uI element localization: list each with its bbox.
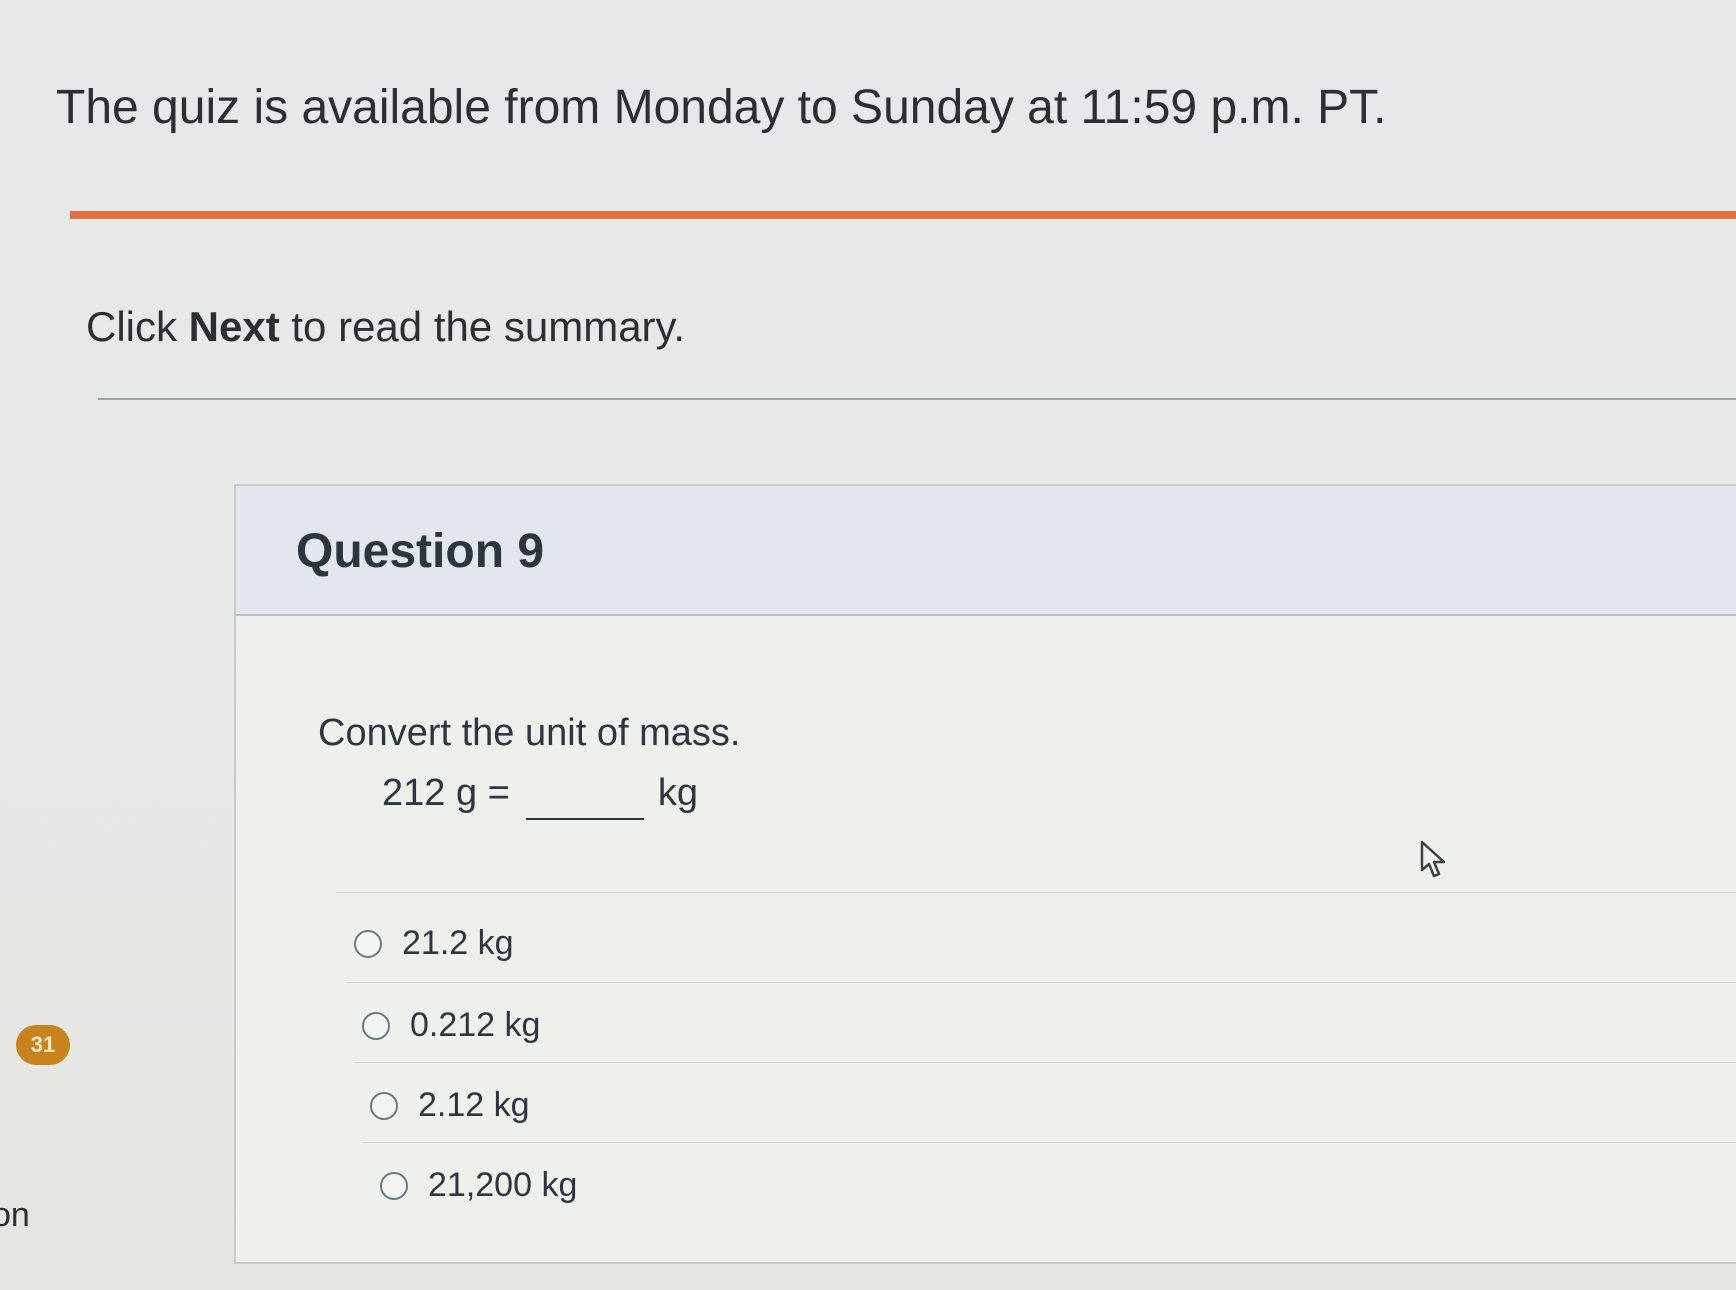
question-prompt: Convert the unit of mass. [318,712,741,754]
equation-unit: kg [657,772,698,814]
answer-label: 21.2 kg [402,924,514,962]
radio-button-icon[interactable] [354,929,382,958]
radio-button-icon[interactable] [370,1091,398,1120]
answer-option-1[interactable]: 21.2 kg [354,924,514,963]
answer-label: 0.212 kg [410,1006,541,1044]
conversion-equation: 212 g = kg [382,772,698,820]
answer-option-3[interactable]: 2.12 kg [370,1086,530,1125]
answer-option-4[interactable]: 21,200 kg [380,1166,577,1205]
section-divider [98,398,1736,400]
notification-badge[interactable]: 31 [16,1025,70,1065]
question-card: Question 9 Convert the unit of mass. 212… [234,484,1736,1264]
answer-separator [354,1062,1736,1063]
question-header: Question 9 [236,486,1736,616]
instruction-suffix: to read the summary. [279,303,686,350]
section-divider-orange [70,211,1736,219]
answer-blank [525,772,644,820]
instruction-text: Click Next to read the summary. [86,303,685,351]
radio-button-icon[interactable] [362,1011,390,1040]
availability-notice: The quiz is available from Monday to Sun… [56,81,1387,134]
radio-button-icon[interactable] [380,1171,408,1200]
mouse-cursor-icon [1420,840,1446,878]
answer-label: 21,200 kg [428,1166,578,1204]
equation-left: 212 g = [382,772,510,814]
answer-option-2[interactable]: 0.212 kg [362,1006,540,1045]
answer-separator [346,982,1736,983]
edge-text: on [0,1196,30,1234]
instruction-prefix: Click [86,303,189,350]
question-title: Question 9 [296,525,545,578]
instruction-next-emphasis: Next [188,303,280,350]
answer-separator [362,1142,1736,1143]
answers-divider [336,892,1736,893]
answer-label: 2.12 kg [418,1086,530,1124]
